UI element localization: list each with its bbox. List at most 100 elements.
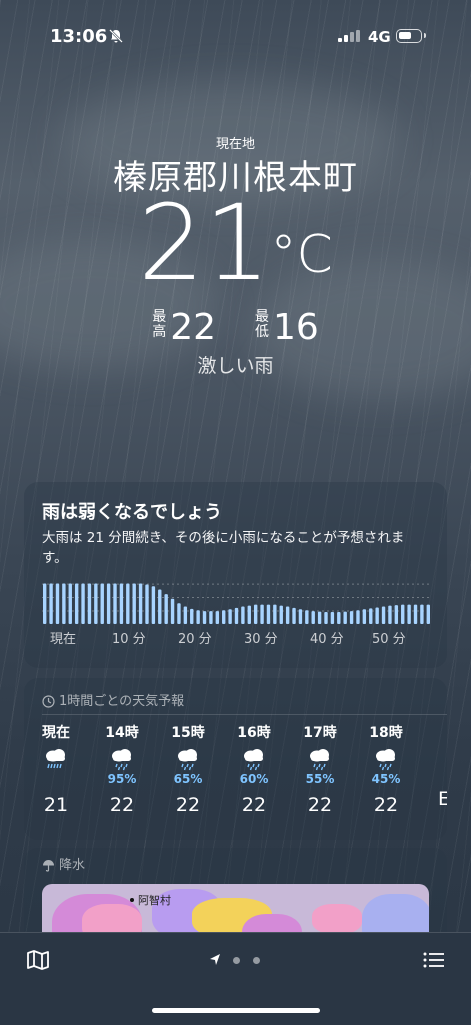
city-list-icon[interactable] [422, 948, 446, 972]
precip-bar [43, 583, 47, 624]
temperature-value: 21 [138, 182, 271, 304]
precip-bar [266, 604, 271, 624]
precip-bar [356, 610, 360, 624]
precip-bar [388, 605, 392, 624]
precip-bar [413, 604, 418, 624]
tick-label: 30 分 [244, 632, 278, 647]
hourly-header: 1時間ごとの天気予報 [42, 690, 184, 709]
hour-peek: E [438, 788, 447, 810]
precip-bar [158, 589, 162, 624]
precip-bar [279, 605, 283, 624]
hour-temp: 22 [307, 794, 333, 816]
page-indicator[interactable] [209, 953, 265, 967]
precip-bar [394, 605, 399, 624]
page-dot [233, 957, 240, 964]
precip-bar [222, 610, 226, 624]
map-icon[interactable] [26, 948, 50, 972]
hour-column: 16時 60% 22 [228, 722, 280, 816]
tick-label: 10 分 [112, 632, 146, 647]
precip-bar [247, 605, 251, 624]
hour-label: 15時 [171, 725, 205, 741]
precip-bar [106, 583, 111, 624]
precip-bar [62, 583, 66, 624]
hour-column: 現在 21 [30, 722, 82, 816]
precip-chance: 60% [239, 772, 269, 786]
minute-forecast-card[interactable]: 雨は弱くなるでしょう 大雨は 21 分間続き、その後に小雨になることが予想されま… [24, 482, 447, 668]
precip-bar [369, 608, 373, 624]
tick-label: 20 分 [178, 632, 212, 647]
umbrella-icon [43, 860, 54, 872]
high-temp: 22 [170, 306, 217, 348]
precip-bar [273, 604, 277, 624]
precip-bar [375, 607, 379, 624]
minute-precip-chart [42, 583, 432, 624]
precip-chance: 95% [107, 772, 137, 786]
precip-bar [68, 583, 72, 624]
hour-temp: 22 [373, 794, 399, 816]
current-temperature: 21°C [0, 188, 471, 298]
home-indicator [152, 1008, 320, 1013]
precip-bar [94, 583, 98, 624]
hour-label: 現在 [42, 725, 70, 741]
map-place-label: 阿智村 [138, 894, 171, 907]
hour-column: 15時 65% 22 [162, 722, 214, 816]
hourly-forecast-card[interactable]: 1時間ごとの天気予報 現在 21 14時 95% 22 15時 65% 22 16時 60% 22 1… [24, 678, 447, 840]
precip-bar [401, 604, 405, 624]
map-place-dot [130, 898, 134, 902]
precip-bar [324, 612, 328, 624]
battery-icon [396, 29, 426, 43]
precip-bar [138, 583, 143, 624]
precip-bar [119, 583, 124, 624]
precip-bar [132, 583, 136, 624]
precip-bar [209, 611, 213, 624]
network-type: 4G [368, 28, 391, 46]
hourly-label: 1時間ごとの天気予報 [59, 694, 185, 709]
rain-icon [178, 749, 197, 771]
precip-bar [317, 611, 322, 624]
precip-bar [170, 598, 175, 624]
status-bar: 13:06 4G [0, 26, 471, 50]
hour-column: 18時 45% 22 [360, 722, 412, 816]
high-label: 最高 [152, 309, 167, 340]
low-temp: 16 [272, 306, 319, 348]
precip-bar [330, 612, 335, 624]
precip-bar [202, 611, 207, 624]
precip-bar [164, 594, 168, 624]
precip-bar [343, 611, 347, 624]
rain-icon [112, 749, 131, 771]
tick-label: 40 分 [310, 632, 344, 647]
precip-bar [74, 583, 79, 624]
status-time: 13:06 [50, 26, 108, 47]
hour-label: 18時 [369, 725, 403, 741]
precip-bar [145, 584, 149, 624]
precip-chance: 65% [173, 772, 203, 786]
cell-signal-icon [338, 30, 360, 42]
hour-label: 17時 [303, 725, 337, 741]
precip-bar [381, 606, 386, 624]
precip-bar [241, 606, 245, 624]
precip-bar [151, 586, 156, 624]
clock-icon [42, 695, 55, 708]
low-label: 最低 [254, 309, 269, 340]
precip-bar [298, 609, 303, 624]
tick-label: 50 分 [372, 632, 406, 647]
precip-header: 降水 [42, 854, 85, 873]
precip-bar [292, 607, 296, 624]
location-arrow-icon [210, 954, 220, 965]
silent-bell-icon [109, 29, 123, 43]
precip-chance [30, 772, 82, 788]
precip-bar [305, 610, 309, 624]
precip-bar [362, 609, 367, 624]
precip-bar [100, 583, 104, 624]
precip-bar [228, 609, 232, 624]
precip-bar [311, 611, 315, 624]
precip-bar [260, 604, 264, 624]
rain-icon [244, 749, 263, 771]
precip-bar [81, 583, 85, 624]
hour-label: 14時 [105, 725, 139, 741]
hour-temp: 22 [109, 794, 135, 816]
rain-icon [376, 749, 395, 771]
precip-bar [253, 604, 258, 624]
precip-bar [177, 603, 181, 624]
tick-label: 現在 [50, 632, 77, 647]
